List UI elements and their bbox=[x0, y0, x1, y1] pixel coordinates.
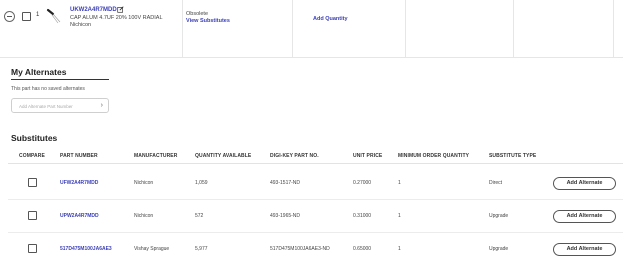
substitute-manufacturer: Nichicon bbox=[134, 213, 154, 219]
substitute-min-qty: 1 bbox=[398, 213, 401, 219]
substitute-manufacturer: Vishay Sprague bbox=[134, 246, 170, 252]
row-divider bbox=[8, 232, 623, 233]
header-compare: COMPARE bbox=[19, 153, 45, 159]
column-divider bbox=[292, 0, 293, 58]
my-alternates-underline bbox=[11, 79, 109, 80]
substitute-min-qty: 1 bbox=[398, 246, 401, 252]
substitute-manufacturer: Nichicon bbox=[134, 180, 154, 186]
row-divider bbox=[8, 199, 623, 200]
edit-icon[interactable] bbox=[117, 6, 124, 13]
substitute-quantity: 1,059 bbox=[195, 180, 208, 186]
substitute-part-link[interactable]: UPW2A4R7MDD bbox=[60, 213, 99, 219]
item-manufacturer: Nichicon bbox=[70, 22, 92, 28]
substitute-quantity: 572 bbox=[195, 213, 204, 219]
header-divider bbox=[8, 163, 623, 164]
chevron-right-icon[interactable]: › bbox=[101, 102, 103, 109]
header-digikey-part-no: DIGI-KEY PART NO. bbox=[270, 153, 319, 159]
compare-checkbox[interactable] bbox=[28, 178, 37, 187]
substitute-digikey-pn: 517D475M100JA6AE3-ND bbox=[270, 246, 330, 252]
no-alternates-note: This part has no saved alternates bbox=[11, 86, 85, 92]
column-divider bbox=[182, 0, 183, 58]
capacitor-image bbox=[46, 8, 61, 24]
substitute-type: Upgrade bbox=[489, 213, 509, 219]
substitute-type: Upgrade bbox=[489, 246, 509, 252]
header-substitute-type: SUBSTITUTE TYPE bbox=[489, 153, 537, 159]
substitute-unit-price: 0.27000 bbox=[353, 180, 372, 186]
substitute-digikey-pn: 493-1517-ND bbox=[270, 180, 301, 186]
row-number: 1 bbox=[36, 12, 40, 18]
compare-checkbox[interactable] bbox=[28, 211, 37, 220]
column-divider bbox=[513, 0, 514, 58]
substitute-min-qty: 1 bbox=[398, 180, 401, 186]
item-checkbox[interactable] bbox=[22, 12, 31, 21]
my-alternates-title: My Alternates bbox=[11, 67, 67, 77]
add-alternate-placeholder: Add Alternate Part Number bbox=[19, 104, 73, 109]
bom-item-row: 1 UKW2A4R7MDD CAP ALUM 4.7UF 20% 100V RA… bbox=[0, 0, 623, 58]
substitute-type: Direct bbox=[489, 180, 503, 186]
add-alternate-button[interactable]: Add Alternate bbox=[553, 177, 616, 190]
add-quantity-link[interactable]: Add Quantity bbox=[313, 16, 348, 22]
substitute-part-link[interactable]: UFW2A4R7MDD bbox=[60, 180, 98, 186]
add-alternate-button[interactable]: Add Alternate bbox=[553, 243, 616, 256]
view-substitutes-link[interactable]: View Substitutes bbox=[186, 18, 230, 24]
item-description: CAP ALUM 4.7UF 20% 100V RADIAL bbox=[70, 15, 163, 21]
header-unit-price: UNIT PRICE bbox=[353, 153, 383, 159]
substitutes-title: Substitutes bbox=[11, 133, 58, 143]
header-part-number: PART NUMBER bbox=[60, 153, 98, 159]
column-divider bbox=[405, 0, 406, 58]
substitute-quantity: 5,977 bbox=[195, 246, 208, 252]
header-minimum-order-quantity: MINIMUM ORDER QUANTITY bbox=[398, 153, 470, 159]
item-part-number-link[interactable]: UKW2A4R7MDD bbox=[70, 7, 117, 13]
compare-checkbox[interactable] bbox=[28, 244, 37, 253]
substitute-part-link[interactable]: 517D475M100JA6AE3 bbox=[60, 246, 112, 252]
substitute-unit-price: 0.31000 bbox=[353, 213, 372, 219]
header-quantity-available: QUANTITY AVAILABLE bbox=[195, 153, 252, 159]
add-alternate-button[interactable]: Add Alternate bbox=[553, 210, 616, 223]
add-alternate-input[interactable]: Add Alternate Part Number › bbox=[11, 98, 109, 113]
substitute-digikey-pn: 493-1965-ND bbox=[270, 213, 301, 219]
substitute-unit-price: 0.65000 bbox=[353, 246, 372, 252]
collapse-icon[interactable] bbox=[4, 11, 15, 22]
column-divider bbox=[613, 0, 614, 58]
header-manufacturer: MANUFACTURER bbox=[134, 153, 178, 159]
item-status: Obsolete bbox=[186, 11, 209, 17]
